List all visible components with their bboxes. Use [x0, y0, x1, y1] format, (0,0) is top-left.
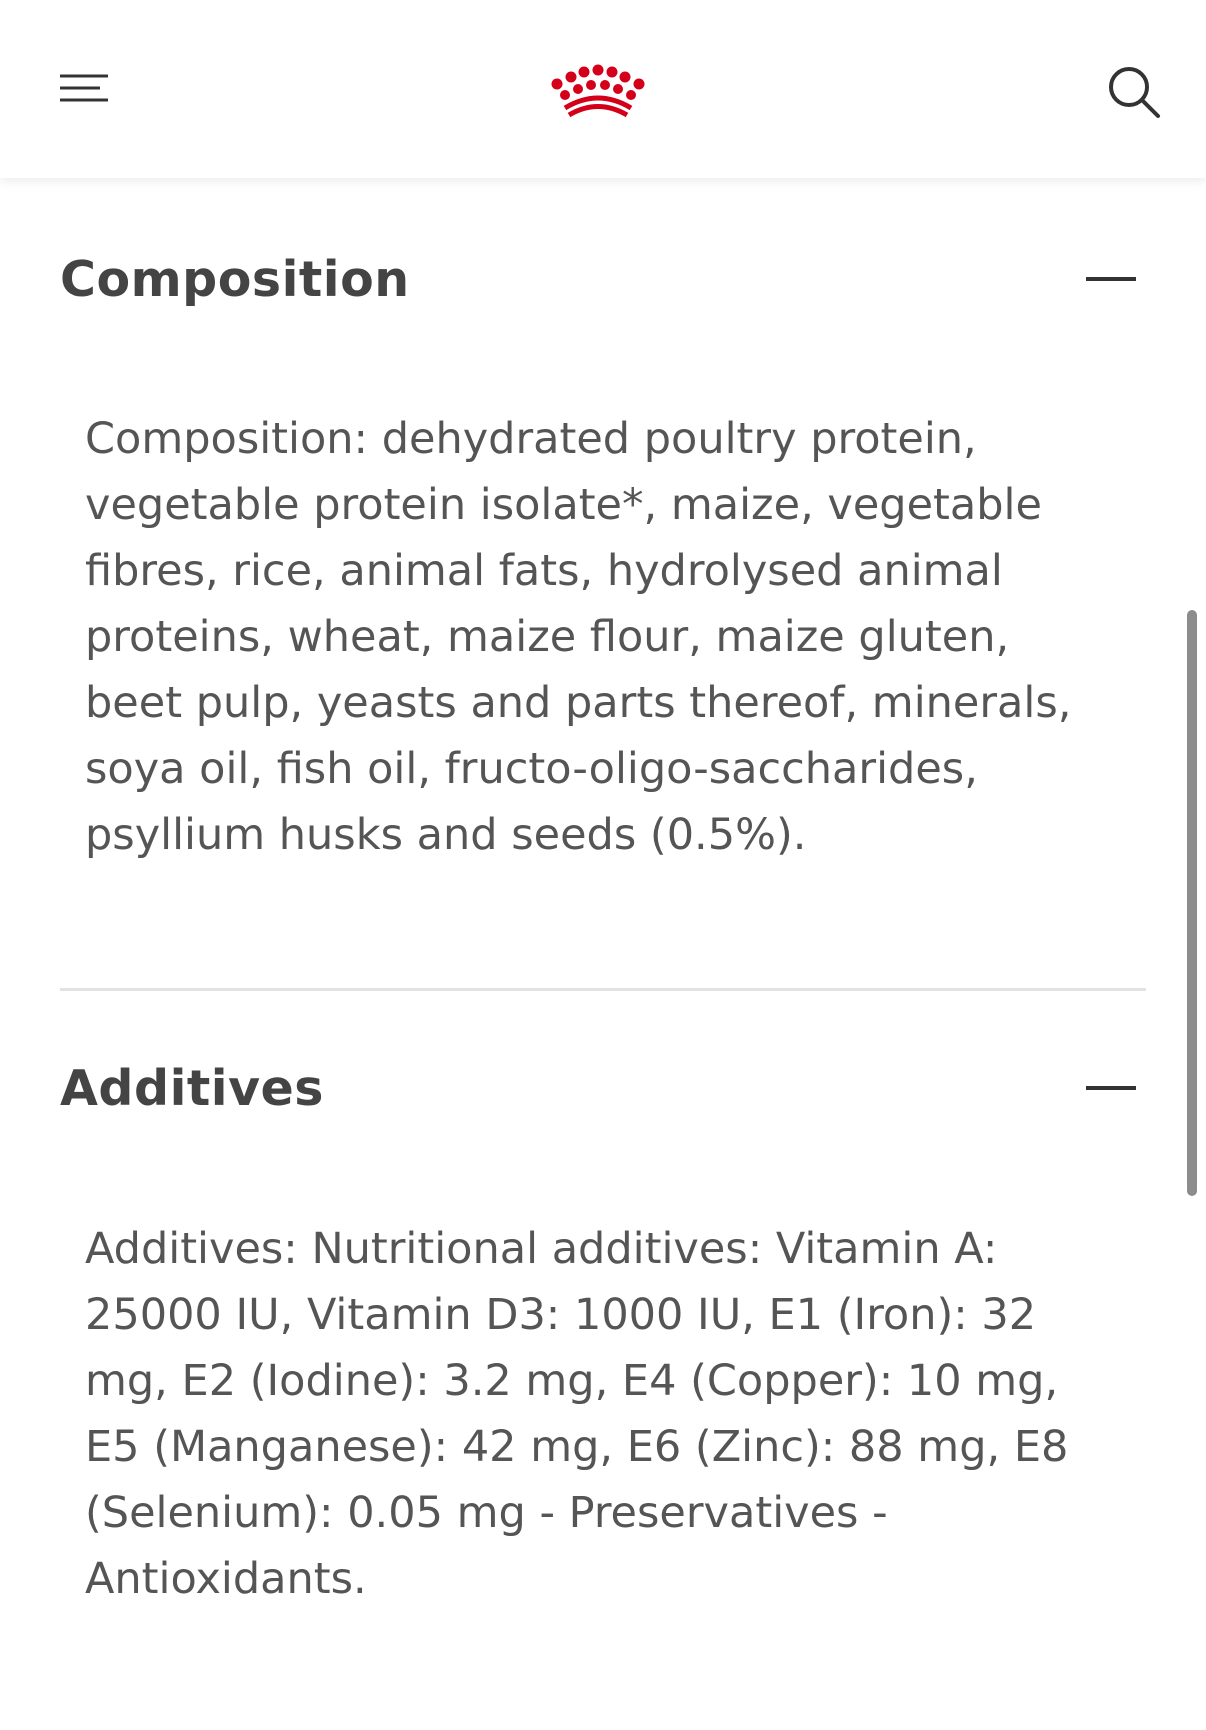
- top-header: [0, 0, 1206, 178]
- search-icon: [1109, 67, 1160, 118]
- additives-text: Additives: Nutritional additives: Vitami…: [85, 1224, 1069, 1604]
- minus-icon[interactable]: [1086, 277, 1136, 281]
- hamburger-icon: [60, 74, 108, 102]
- royal-canin-crown-logo[interactable]: [545, 60, 651, 120]
- menu-button[interactable]: [50, 60, 116, 116]
- search-button[interactable]: [1100, 58, 1168, 126]
- additives-accordion-header[interactable]: Additives: [60, 1044, 1146, 1134]
- composition-accordion-header[interactable]: Composition: [60, 235, 1146, 325]
- section-divider: [60, 988, 1146, 991]
- additives-title: Additives: [60, 1060, 324, 1117]
- composition-title: Composition: [60, 251, 410, 308]
- scrollbar[interactable]: [1187, 610, 1197, 1196]
- composition-text: Composition: dehydrated poultry protein,…: [85, 414, 1072, 860]
- crown-logo-icon: [551, 64, 645, 118]
- minus-icon[interactable]: [1086, 1086, 1136, 1090]
